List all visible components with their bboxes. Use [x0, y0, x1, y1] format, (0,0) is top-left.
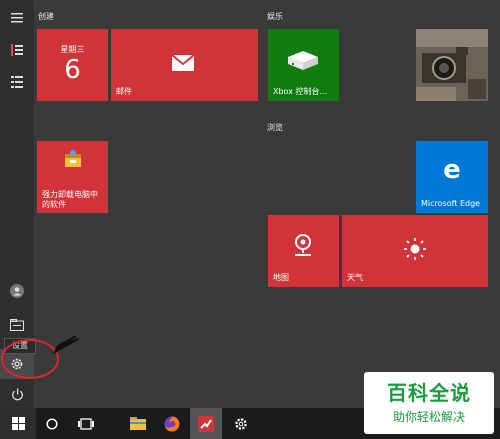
- maps-label: 地图: [273, 273, 289, 282]
- firefox-button[interactable]: [156, 408, 188, 439]
- watermark-subtitle: 助你轻松解决: [392, 410, 465, 424]
- settings-gear-icon: [235, 417, 247, 430]
- maps-pin-icon: [295, 234, 311, 256]
- annotation-arrow: [52, 335, 79, 355]
- xbox-label: Xbox 控制台...: [273, 87, 328, 96]
- task-view-button[interactable]: [68, 408, 104, 439]
- watermark-logo: 百科全说 助你轻松解决: [364, 372, 494, 434]
- photos-tile[interactable]: [416, 29, 488, 101]
- windows-start-icon: [11, 417, 25, 430]
- group-title-create: 创建: [38, 12, 54, 21]
- annotation-circle: [1, 339, 59, 379]
- edge-tile[interactable]: e Microsoft Edge: [416, 141, 488, 213]
- settings-taskbar-button[interactable]: [225, 408, 257, 439]
- calendar-tile[interactable]: 星期三 6: [37, 29, 108, 101]
- weather-sun-icon: [404, 238, 426, 260]
- weather-label: 天气: [347, 273, 363, 282]
- calendar-day: 6: [64, 55, 81, 85]
- file-explorer-button[interactable]: [122, 408, 154, 439]
- edge-label: Microsoft Edge: [421, 199, 481, 208]
- uninstaller-tile[interactable]: 强力卸载电脑中 的软件: [37, 141, 108, 213]
- uninstaller-app-icon: [65, 150, 81, 167]
- photo-camera-image: [416, 29, 488, 101]
- group-title-browse: 浏览: [267, 123, 283, 132]
- calendar-weekday: 星期三: [60, 45, 85, 54]
- uninstaller-label: 强力卸载电脑中 的软件: [42, 190, 98, 209]
- mail-label: 邮件: [116, 87, 132, 96]
- start-button[interactable]: [0, 408, 36, 439]
- mail-tile[interactable]: 邮件: [111, 29, 258, 101]
- search-button[interactable]: [36, 408, 68, 439]
- maps-tile[interactable]: 地图: [268, 215, 339, 287]
- red-app-button[interactable]: [190, 408, 222, 439]
- red-app-icon: [198, 415, 214, 432]
- weather-tile[interactable]: 天气: [342, 215, 488, 287]
- file-explorer-icon: [130, 417, 146, 430]
- task-view-icon: [78, 417, 94, 430]
- xbox-tile[interactable]: Xbox 控制台...: [268, 29, 339, 101]
- search-circle-icon: [46, 417, 58, 430]
- mail-icon: [172, 55, 194, 71]
- watermark-title: 百科全说: [387, 381, 471, 405]
- firefox-icon: [164, 416, 180, 431]
- edge-logo-icon: e: [443, 155, 461, 185]
- group-title-entertainment: 娱乐: [267, 12, 283, 21]
- xbox-console-icon: [288, 51, 318, 70]
